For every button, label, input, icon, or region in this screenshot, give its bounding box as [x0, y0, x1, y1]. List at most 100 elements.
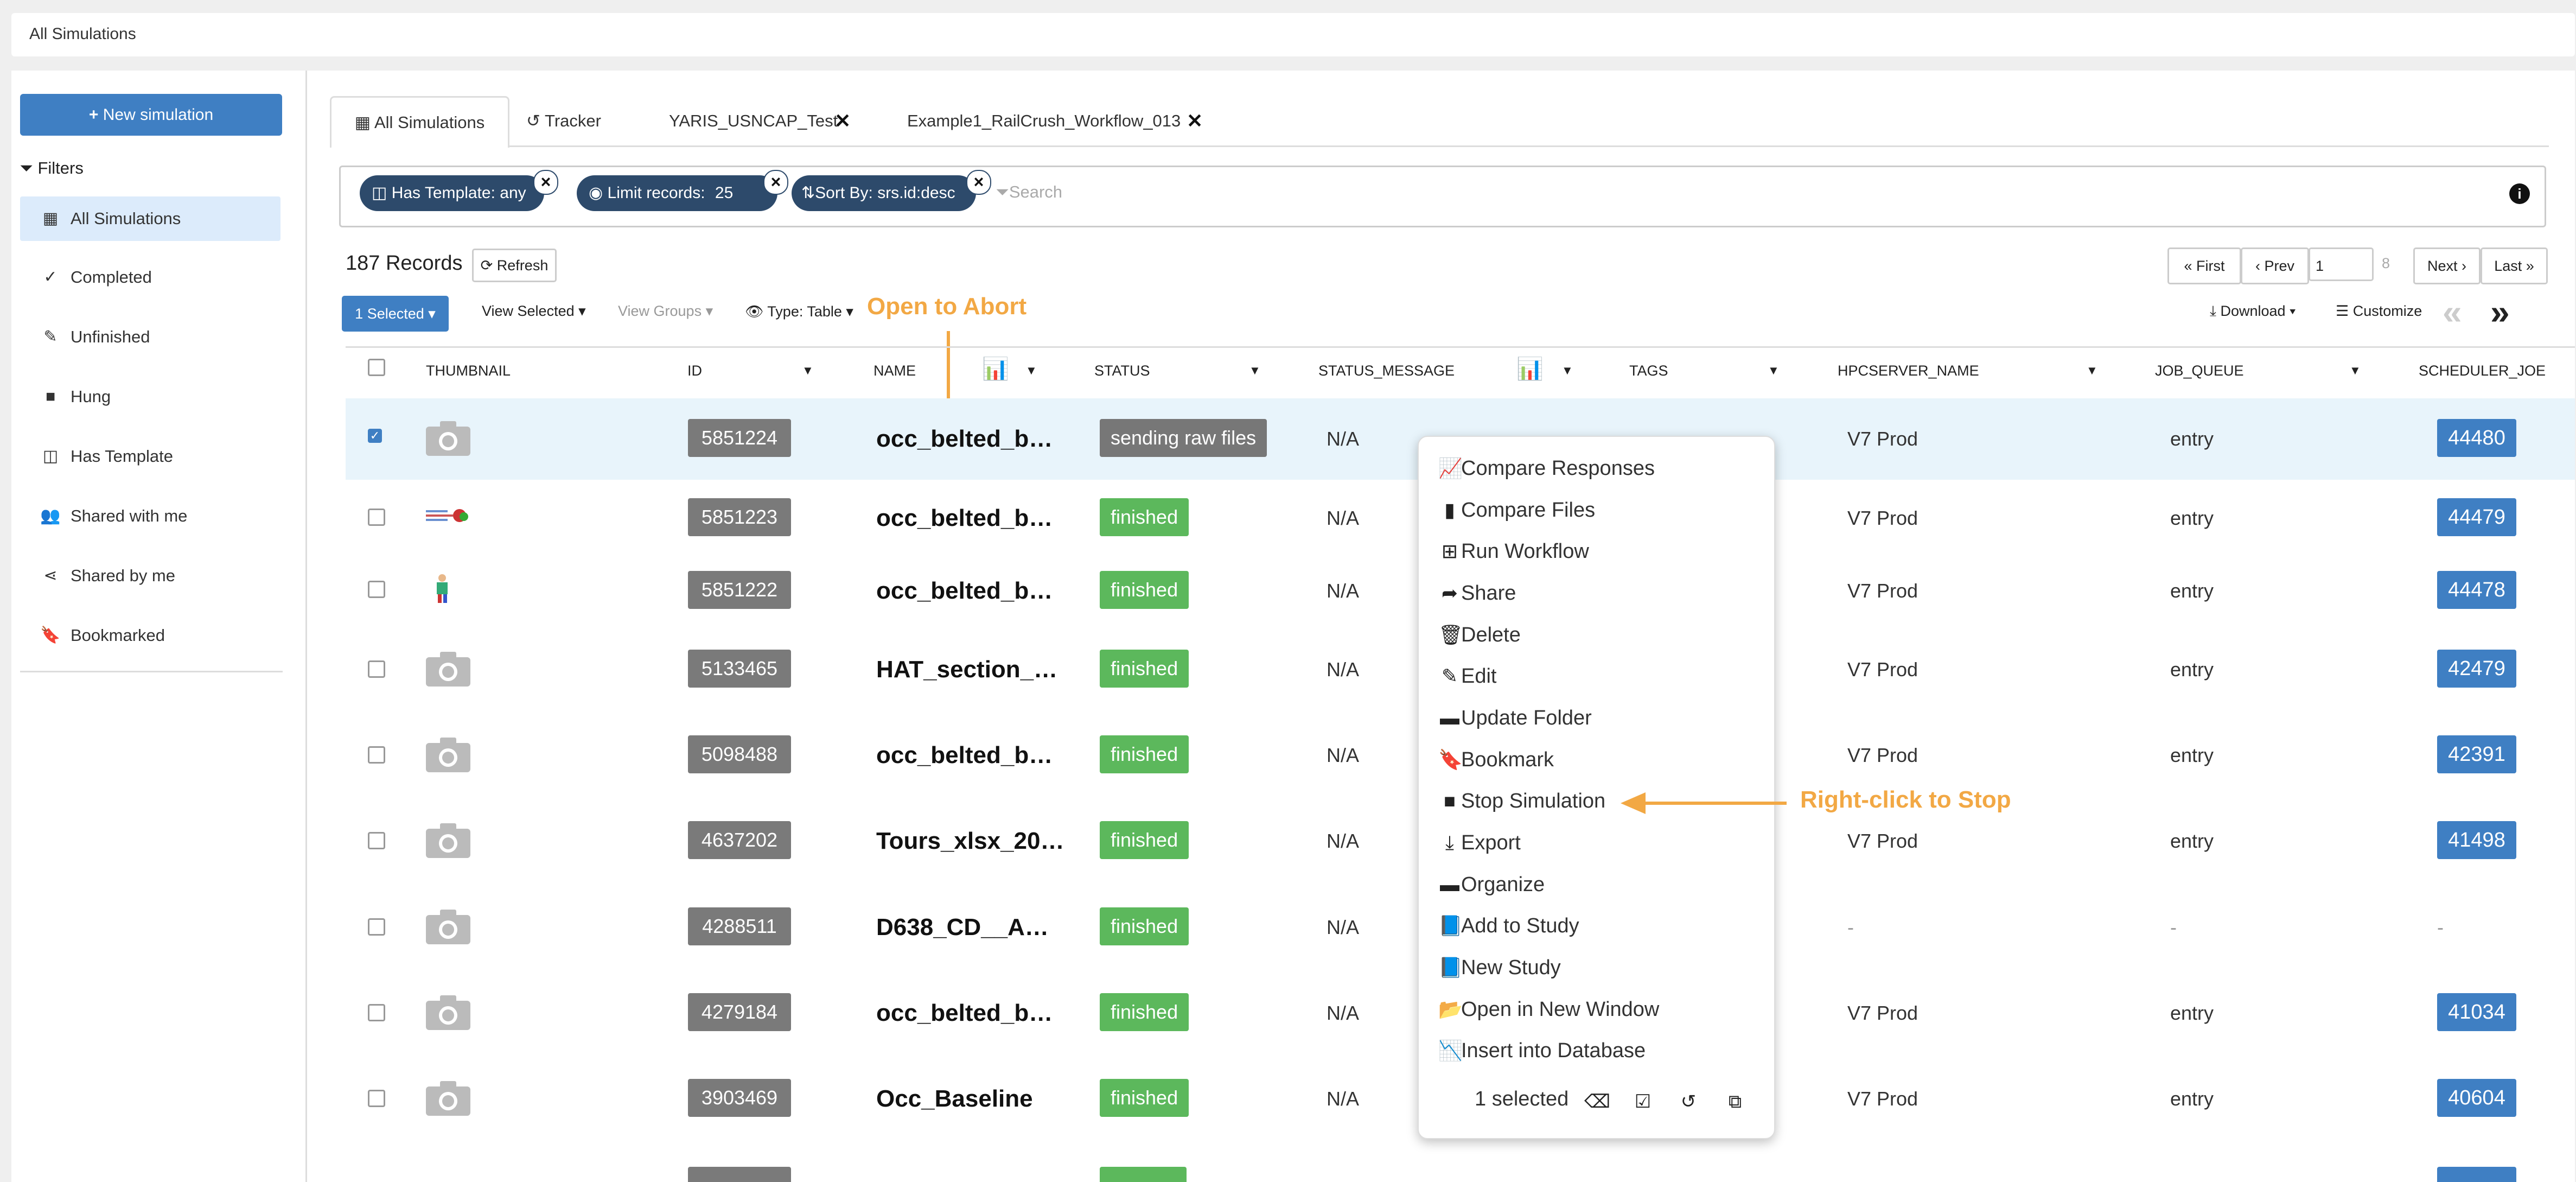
scheduler-job-badge[interactable]: 42479 [2437, 650, 2516, 688]
info-icon[interactable]: i [2509, 183, 2530, 204]
menu-export[interactable]: ⤓ Export [1438, 827, 1521, 859]
sidebar-item-shared-by-me[interactable]: ⋖ Shared by me [20, 554, 280, 598]
search-input[interactable]: ⏷Search [996, 182, 1062, 202]
row-checkbox-checked[interactable]: ✓ [368, 429, 382, 443]
close-tab-icon[interactable]: ✕ [834, 96, 851, 146]
menu-new-study[interactable]: 📘New Study [1438, 951, 1561, 984]
column-scheduler-job[interactable]: SCHEDULER_JOE [2419, 363, 2546, 379]
type-dropdown[interactable]: 👁 Type: Table ▾ [745, 303, 853, 320]
sidebar-item-has-template[interactable]: ◫ Has Template [20, 434, 280, 479]
scroll-left-icon[interactable]: « [2443, 292, 2462, 332]
chart-icon[interactable]: 📊 [982, 356, 1009, 382]
scheduler-job-badge[interactable]: 41034 [2437, 993, 2516, 1031]
refresh-button[interactable]: ⟳ Refresh [472, 249, 557, 282]
select-all-checkbox[interactable] [368, 359, 385, 376]
sidebar-item-shared-with-me[interactable]: 👥 Shared with me [20, 494, 280, 538]
menu-delete[interactable]: 🗑Delete [1438, 619, 1521, 651]
chip-has-template[interactable]: ◫ Has Template: any × [360, 170, 558, 211]
next-page-button[interactable]: Next › [2413, 247, 2481, 284]
row-checkbox[interactable] [368, 581, 385, 598]
row-name[interactable]: Occ_Baseline [876, 1085, 1033, 1113]
view-groups-dropdown[interactable]: View Groups ▾ [618, 303, 713, 320]
first-page-button[interactable]: « First [2167, 247, 2241, 284]
column-status[interactable]: STATUS [1094, 363, 1150, 379]
scheduler-job-badge[interactable]: 44478 [2437, 571, 2516, 609]
menu-bookmark[interactable]: 🔖Bookmark [1438, 743, 1554, 776]
menu-share[interactable]: ➦ Share [1438, 577, 1516, 609]
tab-all-simulations[interactable]: ▦ All Simulations [330, 96, 509, 148]
column-id[interactable]: ID [687, 363, 702, 379]
scheduler-job-badge[interactable]: 44480 [2437, 419, 2516, 457]
chip-sort-by[interactable]: ⇅Sort By: srs.id:desc × [792, 170, 991, 211]
menu-add-to-study[interactable]: 📘Add to Study [1438, 910, 1579, 942]
chart-icon[interactable]: 📊 [1516, 356, 1544, 382]
caret-down-icon[interactable]: ▼ [1768, 364, 1780, 378]
download-dropdown[interactable]: ⤓ Download ▾ [2210, 303, 2296, 320]
tab-yaris[interactable]: YARIS_USNCAP_Test [669, 96, 838, 146]
scroll-right-icon[interactable]: » [2490, 292, 2510, 332]
id-badge[interactable]: 5851222 [688, 571, 791, 609]
column-job-queue[interactable]: JOB_QUEUE [2155, 363, 2244, 379]
row-checkbox[interactable] [368, 746, 385, 764]
row-name[interactable]: occ_belted_b… [876, 742, 1053, 769]
id-badge[interactable]: 5851223 [688, 498, 791, 536]
menu-compare-files[interactable]: ▮ Compare Files [1438, 494, 1595, 526]
id-badge[interactable]: 3903469 [688, 1079, 791, 1117]
row-name[interactable]: occ_belted_b… [876, 1000, 1053, 1027]
prev-page-button[interactable]: ‹ Prev [2241, 247, 2309, 284]
row-name[interactable]: HAT_section_… [876, 656, 1057, 683]
row-name[interactable]: occ_belted_b… [876, 577, 1053, 605]
row-checkbox[interactable] [368, 509, 385, 526]
caret-down-icon[interactable]: ▼ [1561, 364, 1573, 378]
id-badge[interactable]: 4288511 [688, 907, 791, 945]
column-hpcserver-name[interactable]: HPCSERVER_NAME [1838, 363, 1979, 379]
row-checkbox[interactable] [368, 918, 385, 936]
menu-insert-into-database[interactable]: 📉Insert into Database [1438, 1034, 1646, 1067]
sidebar-item-bookmarked[interactable]: 🔖 Bookmarked [20, 613, 280, 658]
check-square-icon[interactable]: ☑ [1632, 1091, 1654, 1113]
column-tags[interactable]: TAGS [1629, 363, 1668, 379]
id-badge[interactable]: 5098488 [688, 735, 791, 773]
selected-dropdown[interactable]: 1 Selected ▾ [342, 296, 449, 332]
row-name[interactable]: Tours_xlsx_20… [876, 828, 1064, 855]
scheduler-job-badge[interactable]: 44479 [2437, 498, 2516, 536]
id-badge[interactable]: 5133465 [688, 650, 791, 688]
row-checkbox[interactable] [368, 1090, 385, 1107]
caret-down-icon[interactable]: ▼ [802, 364, 814, 378]
close-tab-icon[interactable]: ✕ [1187, 96, 1203, 146]
tab-tracker[interactable]: ↺ Tracker [526, 96, 601, 146]
row-name[interactable]: occ_belted_b… [876, 505, 1053, 532]
row-checkbox[interactable] [368, 1004, 385, 1021]
menu-run-workflow[interactable]: ⊞ Run Workflow [1438, 535, 1589, 568]
remove-chip-icon[interactable]: × [966, 170, 991, 195]
row-checkbox[interactable] [368, 832, 385, 849]
menu-organize[interactable]: ▬Organize [1438, 868, 1545, 901]
chip-limit-records[interactable]: ◉ Limit records: 25 × [577, 170, 788, 211]
copy-icon[interactable]: ⧉ [1724, 1091, 1746, 1113]
page-input[interactable]: 1 [2309, 247, 2374, 281]
eraser-icon[interactable]: ⌫ [1584, 1091, 1610, 1113]
sidebar-item-hung[interactable]: ■ Hung [20, 374, 280, 419]
row-checkbox[interactable] [368, 660, 385, 678]
caret-down-icon[interactable]: ▼ [1025, 364, 1037, 378]
tab-example1[interactable]: Example1_RailCrush_Workflow_013 [907, 96, 1181, 146]
menu-open-in-new-window[interactable]: 📂Open in New Window [1438, 993, 1659, 1026]
sidebar-item-completed[interactable]: ✓ Completed [20, 255, 280, 300]
id-badge[interactable]: 4279184 [688, 993, 791, 1031]
last-page-button[interactable]: Last » [2481, 247, 2548, 284]
row-name[interactable]: occ_belted_b… [876, 425, 1053, 453]
id-badge[interactable]: 5851224 [688, 419, 791, 457]
menu-stop-simulation[interactable]: ■ Stop Simulation [1438, 785, 1605, 817]
id-badge[interactable]: 4637202 [688, 821, 791, 859]
sidebar-item-unfinished[interactable]: ✎ Unfinished [20, 315, 280, 359]
sidebar-item-all-simulations[interactable]: ▦ All Simulations [20, 196, 280, 241]
row-name[interactable]: D638_CD__A… [876, 914, 1049, 941]
remove-chip-icon[interactable]: × [533, 170, 558, 195]
scheduler-job-badge[interactable]: 42391 [2437, 735, 2516, 773]
scheduler-job-badge[interactable]: 41498 [2437, 821, 2516, 859]
menu-edit[interactable]: ✎ Edit [1438, 660, 1497, 692]
column-name[interactable]: NAME [873, 363, 916, 379]
scheduler-job-badge[interactable]: 40604 [2437, 1079, 2516, 1117]
remove-chip-icon[interactable]: × [763, 170, 788, 195]
caret-down-icon[interactable]: ▼ [2086, 364, 2098, 378]
